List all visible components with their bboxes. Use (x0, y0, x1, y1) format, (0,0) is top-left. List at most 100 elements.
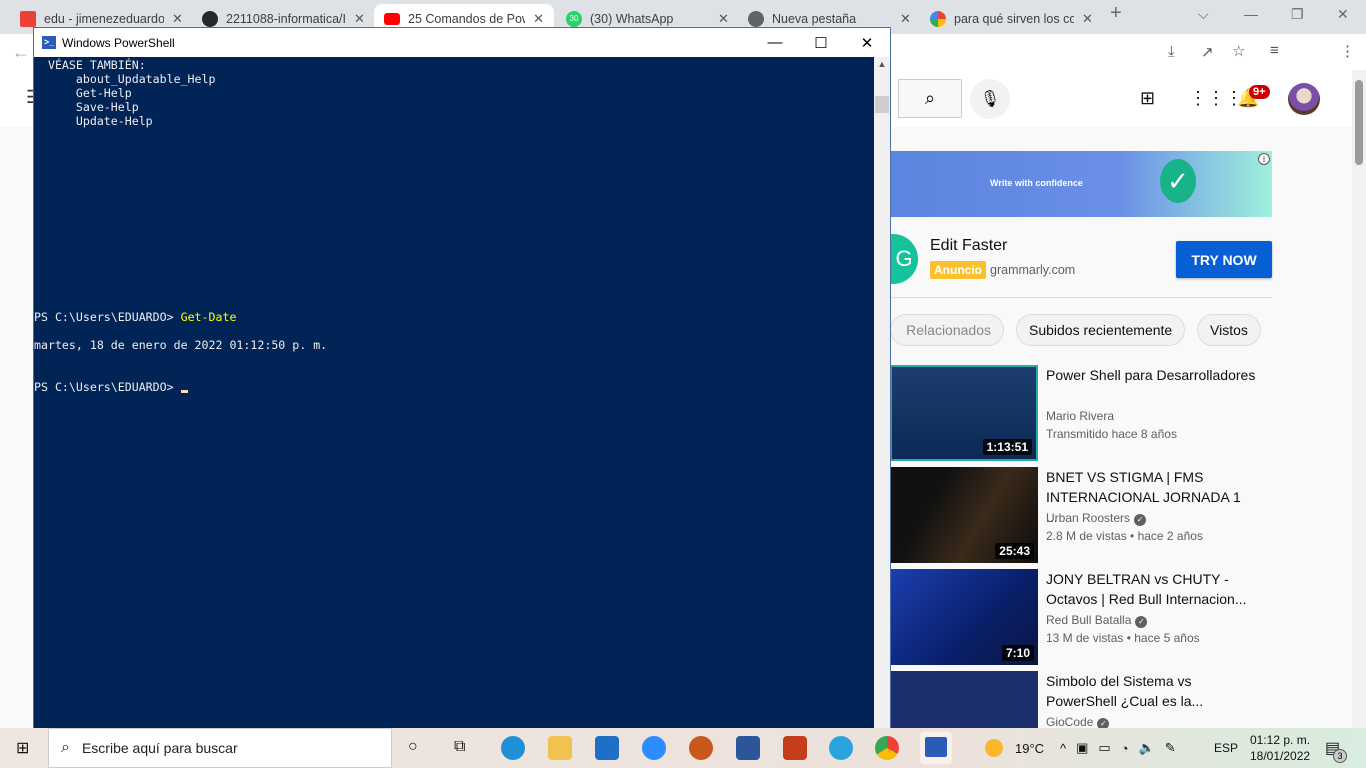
notification-count: 3 (1333, 749, 1347, 763)
maximize-button[interactable]: ☐ (798, 28, 844, 57)
taskbar-search[interactable]: ⌕ Escribe aquí para buscar (48, 728, 392, 768)
video-thumbnail[interactable]: 7:10 (890, 569, 1038, 665)
video-item[interactable]: 25:43 BNET VS STIGMA | FMS INTERNACIONAL… (890, 467, 1290, 563)
ad-title[interactable]: Edit Faster (930, 237, 1007, 255)
video-title[interactable]: JONY BELTRAN vs CHUTY - Octavos | Red Bu… (1046, 569, 1256, 609)
close-tab-icon[interactable]: ✕ (1082, 11, 1093, 27)
chrome-icon[interactable] (875, 736, 899, 760)
language-indicator[interactable]: ESP (1214, 728, 1238, 768)
clock[interactable]: 01:12 p. m. 18/01/2022 (1250, 728, 1310, 768)
close-tab-icon[interactable]: ✕ (354, 11, 365, 27)
search-button[interactable]: ⌕ (898, 79, 962, 118)
ad-banner-image[interactable]: Write with confidence ✓ (890, 151, 1272, 217)
bookmark-star-icon[interactable]: ☆ (1232, 42, 1245, 60)
divider (890, 297, 1272, 298)
try-now-button[interactable]: TRY NOW (1176, 241, 1272, 278)
ad-domain: grammarly.com (990, 263, 1076, 277)
taskbar: ⊞ ⌕ Escribe aquí para buscar ○ ⧉ 19°C ^ … (0, 728, 1366, 768)
verified-icon: ✓ (1097, 718, 1110, 728)
chrome-icon (748, 11, 764, 27)
video-duration: 7:10 (1001, 645, 1034, 661)
video-thumbnail[interactable]: 25:43 (890, 467, 1038, 563)
task-view-icon[interactable]: ⧉ (454, 738, 465, 756)
menu-icon[interactable]: ⋮ (1340, 42, 1355, 60)
prompt: PS C:\Users\EDUARDO> (34, 310, 181, 324)
video-channel[interactable]: Red Bull Batalla ✓ (1046, 613, 1148, 628)
close-tab-icon[interactable]: ✕ (533, 11, 544, 27)
video-channel[interactable]: Mario Rivera (1046, 409, 1114, 423)
volume-icon[interactable]: 🔈 (1139, 740, 1155, 756)
command-output: martes, 18 de enero de 2022 01:12:50 p. … (34, 338, 328, 352)
video-thumbnail[interactable]: 1:13:51 (890, 365, 1038, 461)
media-queue-icon[interactable]: ≡ (1270, 42, 1279, 59)
share-icon[interactable]: ↗ (1201, 43, 1214, 61)
video-item[interactable]: 7:10 JONY BELTRAN vs CHUTY - Octavos | R… (890, 569, 1290, 665)
video-item[interactable]: Simbolo del Sistema vs PowerShell ¿Cual … (890, 671, 1290, 728)
powershell-title-bar[interactable]: >_ Windows PowerShell — ☐ ✕ (34, 28, 890, 57)
account-avatar[interactable] (1288, 83, 1320, 115)
mail-icon[interactable] (595, 736, 619, 760)
video-title[interactable]: Simbolo del Sistema vs PowerShell ¿Cual … (1046, 671, 1256, 711)
chip-vistos[interactable]: Vistos (1197, 314, 1261, 346)
video-channel[interactable]: Urban Roosters ✓ (1046, 511, 1147, 526)
powershell-taskbar-icon[interactable] (920, 732, 952, 764)
console-line: about_Updatable_Help (34, 72, 216, 86)
video-meta: Transmitido hace 8 años (1046, 427, 1177, 441)
close-icon[interactable]: ✕ (1337, 6, 1349, 23)
tab-title: (30) WhatsApp (590, 12, 674, 26)
ad-banner-text: Write with confidence (990, 178, 1083, 188)
pen-icon[interactable]: ✎ (1165, 740, 1176, 756)
video-thumbnail[interactable] (890, 671, 1038, 728)
ad-info-icon[interactable]: i (1258, 153, 1270, 165)
close-tab-icon[interactable]: ✕ (718, 11, 729, 27)
new-tab-button[interactable]: + (1110, 2, 1122, 25)
scroll-up-icon[interactable]: ▲ (874, 59, 890, 69)
close-tab-icon[interactable]: ✕ (172, 11, 183, 27)
telegram-icon[interactable] (829, 736, 853, 760)
restore-icon[interactable]: ❐ (1291, 6, 1304, 23)
tab-title: para qué sirven los co (954, 12, 1074, 26)
time: 01:12 p. m. (1250, 733, 1311, 747)
install-icon[interactable]: ⤓ (1168, 43, 1175, 60)
chip-label: Relacionados (906, 322, 991, 338)
wifi-icon[interactable]: ◔ (1121, 741, 1129, 756)
video-channel[interactable]: GioCode ✓ (1046, 715, 1110, 728)
game-icon[interactable] (689, 736, 713, 760)
create-video-icon[interactable]: ⊞ (1140, 88, 1155, 109)
camera-icon[interactable]: ▣ (1076, 740, 1088, 756)
chip-label: Vistos (1210, 322, 1248, 338)
video-title[interactable]: Power Shell para Desarrolladores (1046, 365, 1256, 385)
close-button[interactable]: ✕ (844, 28, 890, 57)
file-explorer-icon[interactable] (548, 736, 572, 760)
windows-start-icon[interactable]: ⊞ (16, 738, 29, 758)
grammarly-logo-icon: G (890, 234, 918, 284)
voice-search-button[interactable]: 🎙 (970, 79, 1010, 119)
weather-widget[interactable]: 19°C (985, 728, 1044, 768)
text-cursor (180, 390, 188, 393)
video-duration: 1:13:51 (982, 439, 1032, 455)
back-icon[interactable]: ← (12, 42, 30, 63)
powerpoint-icon[interactable] (783, 736, 807, 760)
minimize-icon[interactable]: — (1244, 6, 1258, 22)
word-icon[interactable] (736, 736, 760, 760)
console-scrollbar[interactable]: ▲ (874, 57, 890, 728)
apps-grid-icon[interactable]: ⋮⋮⋮ (1189, 88, 1243, 109)
channel-name: Mario Rivera (1046, 409, 1115, 423)
page-scrollbar[interactable] (1352, 70, 1366, 728)
channel-name: GioCode (1046, 715, 1094, 728)
minimize-button[interactable]: — (752, 28, 798, 57)
tab-search-icon[interactable]: ⌵ (1198, 6, 1209, 23)
video-item[interactable]: 1:13:51 Power Shell para Desarrolladores… (890, 365, 1290, 461)
tab-google[interactable]: para qué sirven los co ✕ (920, 4, 1103, 34)
tab-title: Nueva pestaña (772, 12, 857, 26)
chip-relacionados[interactable]: Relacionados (890, 314, 1004, 346)
cortana-icon[interactable]: ○ (408, 738, 418, 756)
edge-icon[interactable] (501, 736, 525, 760)
zoom-icon[interactable] (642, 736, 666, 760)
temperature: 19°C (1015, 740, 1045, 756)
console-output[interactable]: VÉASE TAMBIÉN: about_Updatable_Help Get-… (34, 57, 874, 728)
battery-icon[interactable]: ▭ (1098, 740, 1110, 756)
chevron-up-icon[interactable]: ^ (1060, 741, 1066, 756)
chip-subidos[interactable]: Subidos recientemente (1016, 314, 1186, 346)
close-tab-icon[interactable]: ✕ (900, 11, 911, 27)
